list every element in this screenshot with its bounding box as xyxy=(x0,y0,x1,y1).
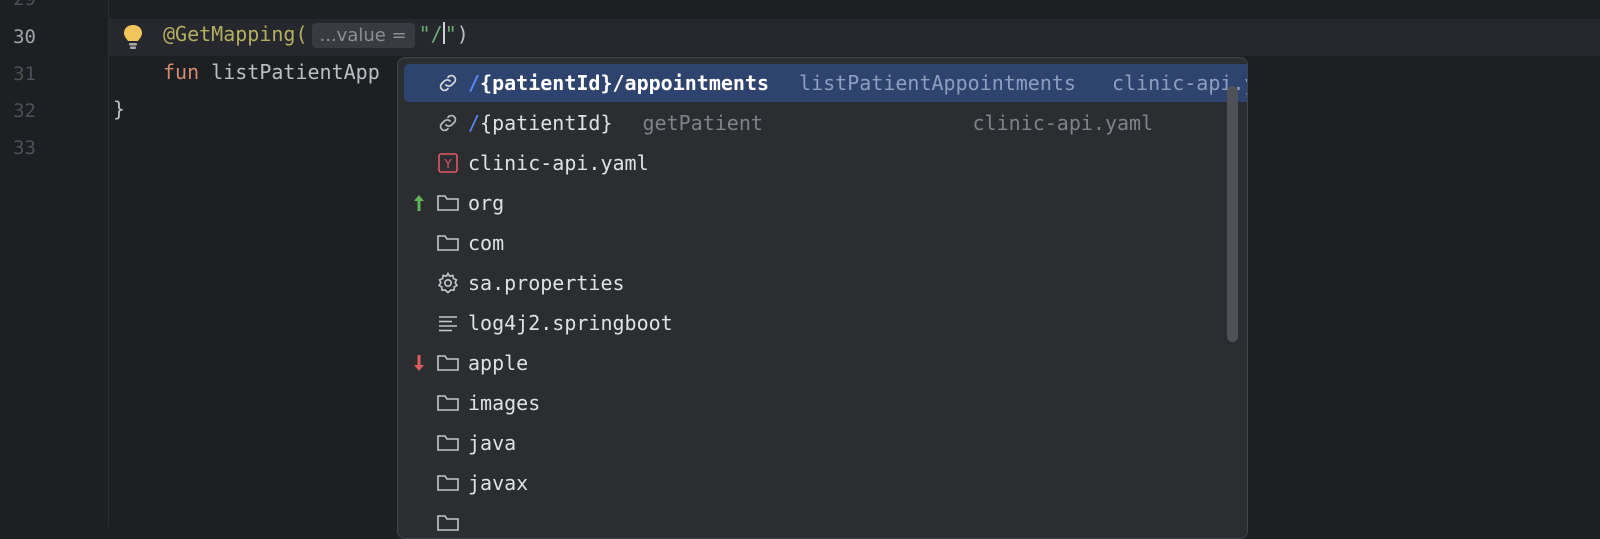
path-slash: / xyxy=(468,111,481,135)
completion-label: apple xyxy=(468,351,529,375)
completion-item[interactable]: /{patientId} getPatient clinic-api.yaml xyxy=(404,104,1247,142)
completion-item[interactable]: log4j2.springboot xyxy=(404,304,1247,342)
completion-label: org xyxy=(468,191,505,215)
line-number: 30 xyxy=(13,26,36,48)
folder-icon xyxy=(434,429,462,457)
text-file-icon xyxy=(434,309,462,337)
completion-item[interactable]: images xyxy=(404,384,1247,422)
folder-icon xyxy=(434,349,462,377)
completion-item[interactable]: java xyxy=(404,424,1247,462)
completion-item[interactable]: sa.properties xyxy=(404,264,1247,302)
code-line-30[interactable]: @GetMapping(...value = "/") xyxy=(163,22,469,48)
completion-item[interactable]: apple xyxy=(404,344,1247,382)
completion-label: log4j2.springboot xyxy=(468,311,673,335)
gear-icon xyxy=(434,269,462,297)
folder-icon xyxy=(434,189,462,217)
completion-item[interactable]: org xyxy=(404,184,1247,222)
folder-icon xyxy=(434,389,462,417)
line-number: 31 xyxy=(13,63,36,85)
completion-label: java xyxy=(468,431,517,455)
completion-method: listPatientAppointments xyxy=(799,71,1076,95)
path-slash: / xyxy=(468,71,481,95)
folder-icon xyxy=(434,229,462,257)
arrow-down-icon xyxy=(404,353,434,373)
link-icon xyxy=(434,109,462,137)
string-literal: "/" xyxy=(419,22,457,46)
link-icon xyxy=(434,69,462,97)
arrow-up-icon xyxy=(404,193,434,213)
completion-label: images xyxy=(468,391,541,415)
completion-label: {patientId} xyxy=(480,111,613,135)
line-number: 32 xyxy=(13,100,36,122)
code-line-31[interactable]: fun listPatientApp xyxy=(163,60,380,84)
completion-label: sa.properties xyxy=(468,271,625,295)
completion-label: {patientId}/appointments xyxy=(480,71,770,95)
close-paren: ) xyxy=(456,22,469,46)
completion-item[interactable]: javax xyxy=(404,464,1247,502)
line-number-gutter: 29 30 31 32 33 xyxy=(0,0,109,527)
lightbulb-icon[interactable] xyxy=(121,23,145,51)
completion-label: com xyxy=(468,231,505,255)
annotation: @GetMapping( xyxy=(163,22,308,46)
completion-item[interactable] xyxy=(404,504,1247,538)
keyword: fun xyxy=(163,60,200,84)
completion-item[interactable]: Y clinic-api.yaml xyxy=(404,144,1247,182)
popup-scrollbar[interactable] xyxy=(1227,86,1238,342)
completion-file: clinic-api.yaml xyxy=(972,111,1154,135)
folder-icon xyxy=(434,509,462,537)
folder-icon xyxy=(434,469,462,497)
yaml-file-icon: Y xyxy=(434,149,462,177)
completion-label: javax xyxy=(468,471,529,495)
svg-text:Y: Y xyxy=(443,157,452,171)
line-number: 29 xyxy=(0,0,36,10)
code-line-32[interactable]: } xyxy=(113,97,125,121)
function-name: listPatientApp xyxy=(211,60,380,84)
string-close-quote: " xyxy=(444,22,457,46)
completion-popup[interactable]: /{patientId}/appointments listPatientApp… xyxy=(397,57,1248,539)
completion-item[interactable]: com xyxy=(404,224,1247,262)
completion-method: getPatient xyxy=(642,111,763,135)
line-number: 33 xyxy=(13,137,36,159)
completion-label: clinic-api.yaml xyxy=(468,151,649,175)
string-open-quote: "/ xyxy=(418,22,443,46)
parameter-hint: ...value = xyxy=(311,23,415,48)
completion-item[interactable]: /{patientId}/appointments listPatientApp… xyxy=(404,64,1247,102)
